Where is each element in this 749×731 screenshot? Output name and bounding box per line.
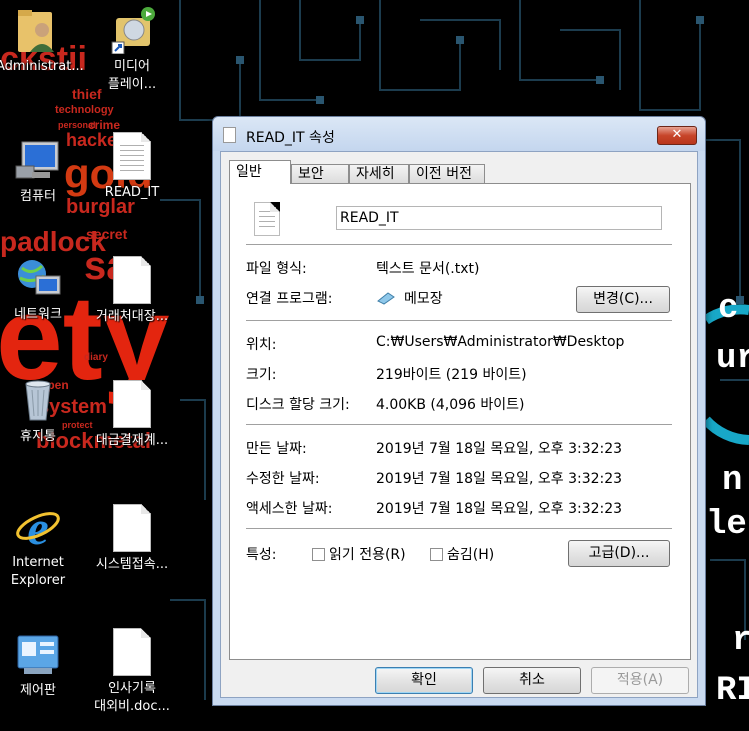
desktop-icon-label: 휴지통: [20, 429, 56, 444]
desktop-icon-administrator[interactable]: Administrat...: [0, 6, 84, 76]
attributes-label: 특성:: [246, 547, 277, 563]
desktop-icon-internet-explorer[interactable]: e Internet Explorer: [0, 502, 78, 590]
desktop-icon-network[interactable]: 네트워크: [0, 254, 78, 324]
control-panel-icon: [14, 630, 62, 678]
change-button[interactable]: 변경(C)...: [576, 286, 670, 313]
tab-security[interactable]: 보안: [291, 164, 349, 183]
desktop-icon-recycle-bin[interactable]: 휴지통: [0, 376, 78, 446]
readonly-checkbox-box[interactable]: [312, 548, 325, 561]
opens-with-label: 연결 프로그램:: [246, 291, 333, 307]
desktop-icon-label: 컴퓨터: [20, 189, 56, 204]
accessed-label: 액세스한 날짜:: [246, 501, 333, 517]
close-button[interactable]: ✕: [657, 126, 697, 145]
separator: [246, 320, 672, 321]
desktop-icon-label: 시스템접속...: [95, 557, 169, 572]
created-value: 2019년 7월 18일 목요일, 오후 3:32:23: [376, 441, 623, 457]
general-tab-panel: 파일 형식: 텍스트 문서(.txt) 연결 프로그램: 메모장 변경(C)..…: [229, 183, 691, 660]
readonly-checkbox[interactable]: 읽기 전용(R): [312, 544, 406, 564]
file-type-icon: [254, 202, 280, 236]
recycle-bin-icon: [14, 376, 62, 424]
close-icon: ✕: [671, 127, 683, 142]
opens-with-value-row: 메모장: [376, 288, 443, 308]
wallpaper-word: secret: [86, 226, 128, 242]
desktop-icon-file-1[interactable]: 거래처대장...: [92, 256, 172, 326]
user-folder-icon: [12, 6, 60, 54]
cancel-button[interactable]: 취소: [483, 667, 581, 694]
properties-dialog: READ_IT 속성 ✕ 일반 보안 자세히 이전 버전 파일 형식: 텍스트 …: [212, 116, 706, 706]
desktop-icon-label: 미디어 플레이...: [107, 59, 157, 92]
separator: [246, 528, 672, 529]
hidden-checkbox-box[interactable]: [430, 548, 443, 561]
hidden-checkbox[interactable]: 숨김(H): [430, 544, 494, 564]
desktop-icon-label: READ_IT: [104, 185, 160, 200]
separator: [246, 244, 672, 245]
desktop-icon-label: 인사기록 대외비.doc...: [94, 681, 170, 714]
wallpaper-word: ur: [716, 340, 749, 378]
location-label: 위치:: [246, 337, 277, 353]
desktop-icon-label: Internet Explorer: [10, 555, 66, 588]
wallpaper-word: RI: [716, 672, 749, 710]
wallpaper-word: technology: [55, 104, 114, 116]
desktop-icon-file-2[interactable]: 대금결재계...: [92, 380, 172, 450]
created-label: 만든 날짜:: [246, 441, 307, 457]
desktop-icon-computer[interactable]: 컴퓨터: [0, 136, 78, 206]
ok-button[interactable]: 확인: [375, 667, 473, 694]
file-icon: [108, 256, 156, 304]
disk-size-value: 4.00KB (4,096 바이트): [376, 397, 525, 413]
desktop-icon-file-4[interactable]: 인사기록 대외비.doc...: [92, 628, 172, 716]
tab-details[interactable]: 자세히: [349, 164, 409, 183]
dialog-client-area: 일반 보안 자세히 이전 버전 파일 형식: 텍스트 문서(.txt) 연결 프…: [220, 151, 698, 698]
desktop-icon-label: 거래처대장...: [95, 309, 169, 324]
opens-with-value: 메모장: [404, 291, 443, 307]
file-type-value: 텍스트 문서(.txt): [376, 261, 480, 277]
file-icon: [108, 380, 156, 428]
hidden-label: 숨김(H): [447, 547, 495, 563]
text-file-icon: [223, 127, 236, 143]
tab-previous-versions[interactable]: 이전 버전: [409, 164, 485, 183]
desktop-icon-file-3[interactable]: 시스템접속...: [92, 504, 172, 574]
desktop-icon-label: 제어판: [20, 683, 56, 698]
wallpaper-word: n: [722, 462, 743, 500]
desktop-icon-media-player[interactable]: 미디어 플레이...: [92, 6, 172, 94]
wallpaper-word: r: [732, 622, 749, 660]
svg-text:e: e: [27, 502, 48, 550]
desktop-icon-label: 네트워크: [14, 307, 62, 322]
disk-size-label: 디스크 할당 크기:: [246, 397, 350, 413]
advanced-button[interactable]: 고급(D)...: [568, 540, 670, 567]
wallpaper-word: diary: [84, 352, 108, 363]
modified-label: 수정한 날짜:: [246, 471, 320, 487]
network-icon: [14, 254, 62, 302]
file-icon: [108, 504, 156, 552]
readonly-label: 읽기 전용(R): [329, 547, 406, 563]
apply-button[interactable]: 적용(A): [591, 667, 689, 694]
desktop-icon-label: 대금결재계...: [95, 433, 169, 448]
wallpaper-word: le: [706, 506, 747, 544]
media-player-icon: [108, 6, 156, 55]
dialog-titlebar[interactable]: READ_IT 속성 ✕: [213, 117, 705, 151]
modified-value: 2019년 7월 18일 목요일, 오후 3:32:23: [376, 471, 623, 487]
desktop-icon-control-panel[interactable]: 제어판: [0, 630, 78, 700]
file-type-label: 파일 형식:: [246, 261, 307, 277]
wallpaper-word: c: [718, 290, 739, 328]
notepad-icon: [377, 292, 395, 305]
text-file-icon: [108, 132, 156, 180]
accessed-value: 2019년 7월 18일 목요일, 오후 3:32:23: [376, 501, 623, 517]
file-name-input[interactable]: [336, 206, 662, 230]
desktop-icon-read-it[interactable]: READ_IT: [92, 132, 172, 202]
desktop-icon-label: Administrat...: [0, 59, 84, 74]
computer-icon: [14, 136, 62, 184]
internet-explorer-icon: e: [14, 502, 62, 555]
tab-general[interactable]: 일반: [229, 160, 291, 184]
size-value: 219바이트 (219 바이트): [376, 367, 527, 383]
dialog-title: READ_IT 속성: [246, 130, 335, 146]
file-icon: [108, 628, 156, 676]
separator: [246, 424, 672, 425]
location-value: C:₩Users₩Administrator₩Desktop: [376, 334, 625, 350]
size-label: 크기:: [246, 367, 277, 383]
